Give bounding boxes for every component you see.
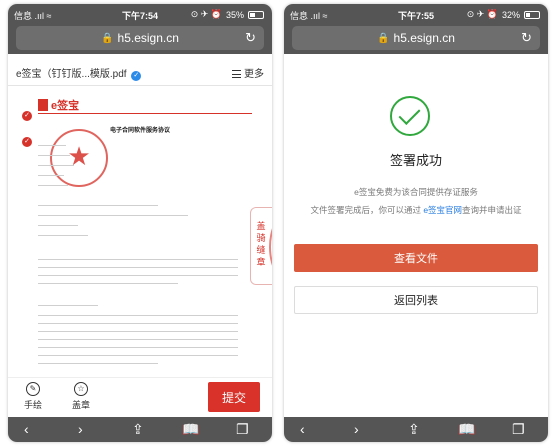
- status-icons: ⊙ ✈ ⏰: [190, 9, 222, 19]
- text-line: [38, 315, 238, 316]
- text-line: [38, 165, 74, 166]
- document-title-text: e签宝（钉钉版...模版.pdf: [16, 69, 127, 80]
- status-right: ⊙ ✈ ⏰ 35%: [191, 9, 264, 20]
- text-line: [38, 267, 238, 268]
- text-line: [38, 175, 64, 176]
- battery-percent: 35%: [225, 9, 244, 20]
- signature-check-icon[interactable]: ✓: [22, 111, 32, 121]
- status-bar: 信息 .ııl ≈ 下午7:55 ⊙ ✈ ⏰ 32%: [284, 4, 548, 24]
- hand-draw-label: 手绘: [23, 400, 42, 410]
- tabs-icon[interactable]: ❐: [512, 421, 525, 437]
- text-line: [38, 155, 70, 156]
- lock-icon: 🔒: [377, 32, 390, 44]
- browser-bottom-bar: ‹ › ⇪ 📖 ❐: [8, 417, 272, 442]
- phone-left-document-view: 信息 .ııl ≈ 下午7:54 ⊙ ✈ ⏰ 35% 🔒 h5.esign.cn…: [8, 4, 272, 442]
- text-line: [38, 225, 78, 226]
- text-line: [38, 355, 238, 356]
- certificate-message-text: 文件签署完成后，你可以通过: [310, 205, 424, 215]
- lock-icon: 🔒: [101, 32, 114, 44]
- url-text: h5.esign.cn: [117, 31, 179, 45]
- status-bar: 信息 .ııl ≈ 下午7:54 ⊙ ✈ ⏰ 35%: [8, 4, 272, 24]
- address-bar[interactable]: 🔒 h5.esign.cn ↻: [16, 26, 264, 50]
- menu-icon: [232, 70, 241, 78]
- seal-icon: ☆: [74, 382, 88, 396]
- battery-level: [526, 12, 530, 17]
- esign-website-link[interactable]: e签宝官网: [423, 205, 462, 215]
- battery-level: [250, 12, 255, 17]
- address-bar[interactable]: 🔒 h5.esign.cn ↻: [292, 26, 540, 50]
- apply-seal-label: 盖章: [71, 400, 90, 410]
- battery-icon: [524, 10, 540, 19]
- back-icon[interactable]: ‹: [24, 421, 29, 437]
- back-icon[interactable]: ‹: [300, 421, 305, 437]
- text-line: [38, 331, 238, 332]
- back-to-list-button[interactable]: 返回列表: [294, 286, 538, 314]
- document-page[interactable]: e签宝 电子合同软件服务协议 ✓ ✓ ★ 盖骑缝章: [8, 87, 272, 377]
- document-heading: 电子合同软件服务协议: [109, 128, 170, 134]
- certificate-message-suffix: 查询并申请出证: [462, 205, 522, 215]
- phone-right-success-view: 信息 .ııl ≈ 下午7:55 ⊙ ✈ ⏰ 32% 🔒 h5.esign.cn…: [284, 4, 548, 442]
- text-line: [38, 145, 66, 146]
- certificate-message: 文件签署完成后，你可以通过 e签宝官网查询并申请出证: [284, 204, 548, 216]
- text-line: [38, 235, 88, 236]
- logo-text: e签宝: [51, 100, 80, 112]
- browser-top-bar: 信息 .ııl ≈ 下午7:55 ⊙ ✈ ⏰ 32% 🔒 h5.esign.cn…: [284, 4, 548, 54]
- browser-bottom-bar: ‹ › ⇪ 📖 ❐: [284, 417, 548, 442]
- battery-percent: 32%: [501, 9, 520, 20]
- tabs-icon[interactable]: ❐: [236, 421, 249, 437]
- forward-icon[interactable]: ›: [78, 421, 83, 437]
- header-rule: [38, 113, 252, 114]
- text-line: [38, 259, 238, 260]
- text-line: [38, 275, 238, 276]
- text-line: [38, 283, 178, 284]
- text-line: [38, 205, 158, 206]
- text-line: [38, 305, 98, 306]
- browser-top-bar: 信息 .ııl ≈ 下午7:54 ⊙ ✈ ⏰ 35% 🔒 h5.esign.cn…: [8, 4, 272, 54]
- verified-icon: ✓: [131, 71, 142, 81]
- success-check-icon: [390, 96, 430, 136]
- share-icon[interactable]: ⇪: [132, 421, 144, 437]
- check-mark: [398, 103, 421, 125]
- more-label: 更多: [244, 69, 264, 80]
- text-line: [38, 347, 238, 348]
- bookmarks-icon[interactable]: 📖: [458, 421, 475, 437]
- reload-icon[interactable]: ↻: [521, 30, 532, 46]
- text-line: [38, 363, 158, 364]
- battery-icon: [248, 10, 264, 19]
- share-icon[interactable]: ⇪: [408, 421, 420, 437]
- riding-seal-button[interactable]: 盖骑缝章: [250, 207, 272, 285]
- submit-button[interactable]: 提交: [208, 382, 260, 412]
- document-header: e签宝（钉钉版...模版.pdf ✓ 更多: [8, 54, 272, 86]
- signing-toolbar: ✎ 手绘 ☆ 盖章 提交: [8, 377, 272, 417]
- document-title: e签宝（钉钉版...模版.pdf ✓: [16, 65, 142, 81]
- view-document-button[interactable]: 查看文件: [294, 244, 538, 272]
- signature-check-icon[interactable]: ✓: [22, 137, 32, 147]
- reload-icon[interactable]: ↻: [245, 30, 256, 46]
- apply-seal-button[interactable]: ☆ 盖章: [64, 382, 98, 411]
- status-right: ⊙ ✈ ⏰ 32%: [467, 9, 540, 20]
- success-title: 签署成功: [389, 153, 442, 168]
- text-line: [38, 215, 188, 216]
- text-line: [38, 323, 238, 324]
- company-seal[interactable]: ★: [50, 129, 108, 187]
- text-line: [38, 339, 238, 340]
- logo-mark: [38, 99, 48, 111]
- forward-icon[interactable]: ›: [354, 421, 359, 437]
- status-icons: ⊙ ✈ ⏰: [466, 9, 498, 19]
- bookmarks-icon[interactable]: 📖: [182, 421, 199, 437]
- pen-icon: ✎: [26, 382, 40, 396]
- esign-logo: e签宝: [38, 97, 79, 113]
- url-text: h5.esign.cn: [393, 31, 455, 45]
- evidence-message: e签宝免费为该合同提供存证服务: [354, 187, 478, 197]
- text-line: [38, 185, 68, 186]
- hand-draw-button[interactable]: ✎ 手绘: [16, 382, 50, 411]
- riding-seal-label: 盖骑缝章: [256, 221, 266, 267]
- more-button[interactable]: 更多: [232, 65, 264, 80]
- riding-seal-mark: [269, 214, 272, 280]
